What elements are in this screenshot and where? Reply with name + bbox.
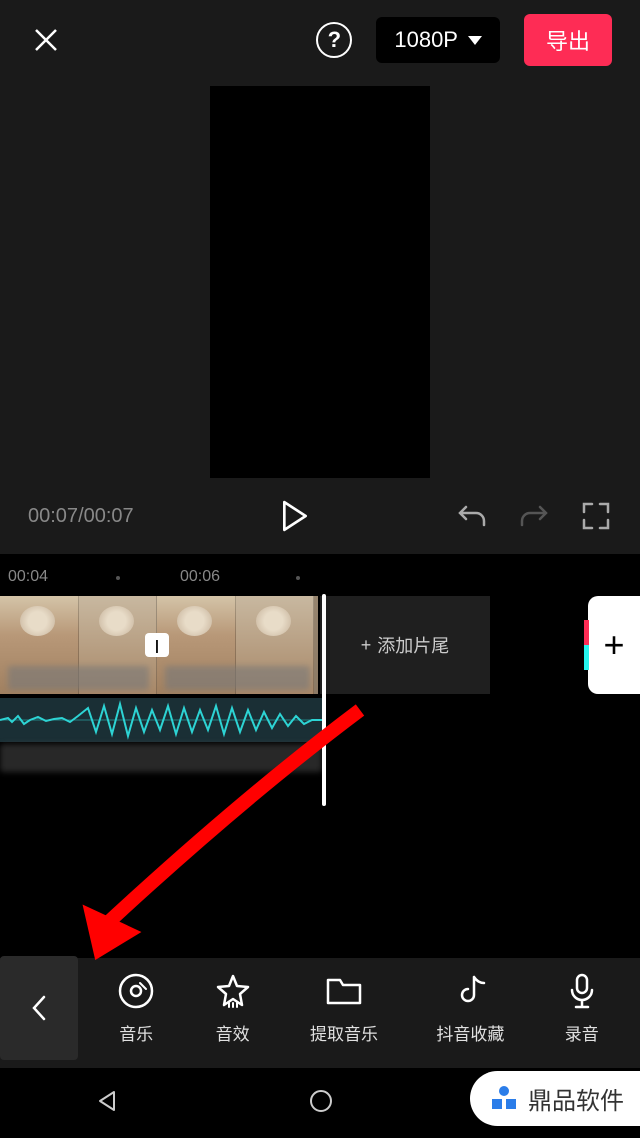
export-button[interactable]: 导出 [524, 14, 612, 66]
help-button[interactable]: ? [316, 22, 352, 58]
video-clip[interactable] [157, 596, 318, 694]
douyin-icon [451, 972, 489, 1010]
chevron-down-icon [468, 36, 482, 45]
circle-home-icon [308, 1088, 334, 1114]
video-clip[interactable] [0, 596, 157, 694]
douyin-favorites-tool[interactable]: 抖音收藏 [436, 972, 504, 1045]
back-button[interactable] [0, 956, 78, 1060]
tool-label: 音效 [216, 1020, 250, 1045]
extract-music-tool[interactable]: 提取音乐 [310, 972, 378, 1045]
video-preview-area [0, 80, 640, 490]
add-ending-label: 添加片尾 [377, 632, 449, 658]
play-icon [280, 500, 310, 532]
add-ending-button[interactable]: + 添加片尾 [320, 596, 490, 694]
microphone-icon [563, 972, 601, 1010]
sound-effect-tool[interactable]: 音效 [214, 972, 252, 1045]
tool-label: 抖音收藏 [436, 1020, 504, 1045]
tool-label: 录音 [565, 1020, 599, 1045]
fullscreen-icon [581, 501, 611, 531]
time-mark: 00:04 [8, 568, 48, 586]
time-mark-dot [116, 576, 120, 580]
watermark-text: 鼎品软件 [528, 1081, 624, 1116]
undo-button[interactable] [456, 500, 488, 532]
transition-button[interactable]: | [145, 633, 169, 657]
time-mark-dot [296, 576, 300, 580]
chevron-left-icon [31, 994, 47, 1022]
record-audio-tool[interactable]: 录音 [563, 972, 601, 1045]
export-label: 导出 [546, 29, 590, 54]
waveform-icon [0, 698, 322, 742]
folder-icon [325, 972, 363, 1010]
redo-button[interactable] [518, 500, 550, 532]
question-icon: ? [328, 27, 341, 53]
nav-back-button[interactable] [94, 1088, 120, 1119]
audio-label [0, 744, 322, 772]
resolution-dropdown[interactable]: 1080P [376, 17, 500, 63]
undo-icon [456, 501, 488, 531]
redo-icon [518, 501, 550, 531]
music-cd-icon [117, 972, 155, 1010]
plus-icon: + [361, 635, 372, 656]
playhead[interactable] [322, 594, 326, 806]
music-tool[interactable]: 音乐 [117, 972, 155, 1045]
audio-clip[interactable] [0, 698, 322, 742]
timeline[interactable]: 00:04 00:06 | + 添加片尾 + [0, 554, 640, 958]
close-button[interactable] [28, 22, 64, 58]
watermark-logo-icon [488, 1083, 520, 1115]
star-icon [214, 972, 252, 1010]
resolution-label: 1080P [394, 27, 458, 53]
video-preview[interactable] [210, 86, 430, 478]
time-mark: 00:06 [180, 568, 220, 586]
add-clip-button[interactable]: + [588, 596, 640, 694]
tool-label: 音乐 [119, 1020, 153, 1045]
triangle-back-icon [94, 1088, 120, 1114]
time-display: 00:07/00:07 [28, 505, 134, 528]
tool-label: 提取音乐 [310, 1020, 378, 1045]
fullscreen-button[interactable] [580, 500, 612, 532]
nav-home-button[interactable] [308, 1088, 334, 1119]
close-icon [32, 26, 60, 54]
watermark: 鼎品软件 [470, 1071, 640, 1126]
plus-icon: + [603, 624, 624, 666]
play-button[interactable] [134, 500, 456, 532]
